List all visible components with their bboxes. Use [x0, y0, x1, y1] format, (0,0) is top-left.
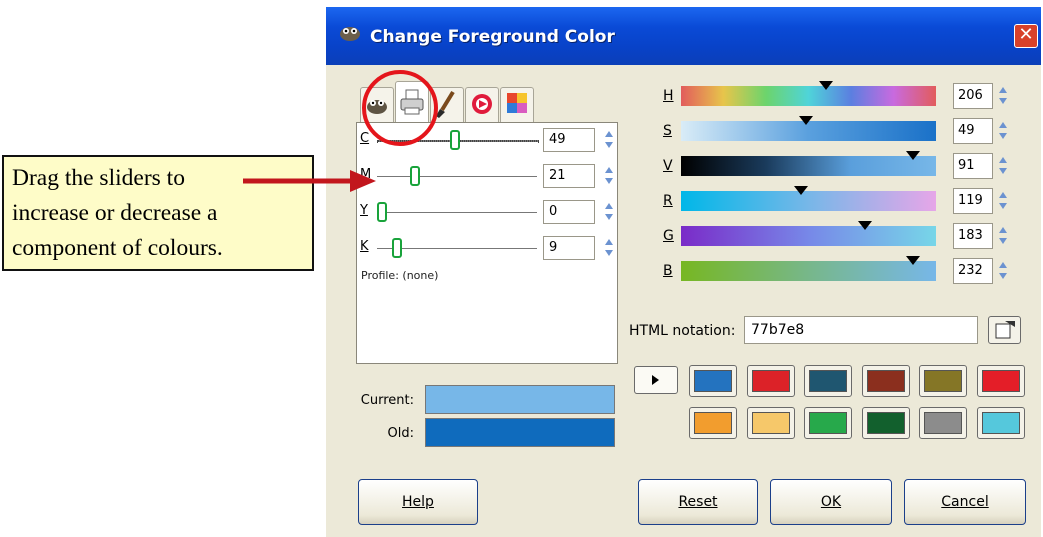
history-swatch[interactable]	[804, 365, 852, 397]
history-swatch[interactable]	[976, 407, 1025, 439]
slider-marker[interactable]	[906, 256, 921, 265]
channel-value-input[interactable]: 0	[543, 200, 595, 224]
color-profile-label: Profile: (none)	[361, 269, 439, 282]
channel-row-r: R 119	[626, 186, 1026, 220]
channel-slider[interactable]	[681, 261, 936, 281]
spin-buttons[interactable]	[997, 85, 1009, 107]
slider-handle[interactable]	[410, 166, 420, 186]
old-color-swatch	[425, 418, 615, 447]
reset-button[interactable]: Reset	[638, 479, 758, 525]
slider-marker[interactable]	[857, 221, 872, 230]
callout-line-2: increase or decrease a	[12, 200, 218, 226]
slider-handle[interactable]	[392, 238, 402, 258]
gimp-app-icon	[340, 27, 360, 41]
cmyk-row-y: Y 0	[357, 195, 619, 231]
channel-value-input[interactable]: 119	[953, 188, 993, 214]
cmyk-panel: C 49 M 21 Y 0 K 9 Profile: (none)	[356, 122, 618, 364]
history-swatch[interactable]	[976, 365, 1025, 397]
html-notation-input[interactable]: 77b7e8	[744, 316, 978, 344]
spin-buttons[interactable]	[603, 201, 615, 223]
channel-label: C	[360, 131, 370, 146]
help-button[interactable]: Help	[358, 479, 478, 525]
slider-track[interactable]	[377, 212, 537, 213]
slider-marker[interactable]	[906, 151, 921, 160]
highlight-circle	[362, 70, 438, 146]
history-swatch[interactable]	[804, 407, 852, 439]
channel-value-input[interactable]: 21	[543, 164, 595, 188]
instruction-callout: Drag the sliders to increase or decrease…	[2, 155, 314, 271]
channel-slider[interactable]	[681, 156, 936, 176]
channel-value-input[interactable]: 49	[953, 118, 993, 144]
slider-marker[interactable]	[793, 186, 808, 195]
channel-value-input[interactable]: 9	[543, 236, 595, 260]
history-swatch[interactable]	[861, 407, 910, 439]
channel-label: M	[360, 167, 372, 182]
channel-row-b: B 232	[626, 256, 1026, 290]
slider-marker[interactable]	[819, 81, 834, 90]
color-picker-icon	[995, 321, 1015, 339]
spin-buttons[interactable]	[603, 129, 615, 151]
channel-label: V	[663, 158, 673, 174]
channel-value-input[interactable]: 49	[543, 128, 595, 152]
cmyk-row-k: K 9	[357, 231, 619, 267]
channel-label: K	[360, 239, 369, 254]
old-color-label: Old:	[387, 426, 414, 441]
palette-icon	[507, 93, 527, 113]
current-color-swatch	[425, 385, 615, 414]
window-title: Change Foreground Color	[370, 27, 615, 47]
channel-label: S	[663, 123, 672, 139]
add-to-history-button[interactable]	[634, 366, 678, 394]
channel-row-g: G 183	[626, 221, 1026, 255]
title-bar[interactable]: Change Foreground Color ✕	[326, 7, 1041, 65]
dialog-body: C 49 M 21 Y 0 K 9 Profile: (none) Curren…	[326, 65, 1041, 537]
history-swatch[interactable]	[689, 365, 737, 397]
channel-label: Y	[360, 203, 368, 218]
history-swatch[interactable]	[746, 365, 795, 397]
channel-label: R	[663, 193, 673, 209]
spin-buttons[interactable]	[603, 237, 615, 259]
slider-marker[interactable]	[798, 116, 813, 125]
callout-line-1: Drag the sliders to	[12, 165, 185, 191]
cancel-button[interactable]: Cancel	[904, 479, 1026, 525]
history-swatch[interactable]	[861, 365, 910, 397]
history-swatch[interactable]	[746, 407, 795, 439]
slider-track[interactable]	[377, 176, 537, 177]
channel-slider[interactable]	[681, 86, 936, 106]
channel-value-input[interactable]: 232	[953, 258, 993, 284]
channel-label: G	[663, 228, 674, 244]
channel-label: H	[663, 88, 674, 104]
color-wheel-icon	[472, 94, 492, 114]
callout-text: Drag the sliders to increase or decrease…	[12, 161, 223, 266]
channel-label: B	[663, 263, 673, 279]
change-foreground-color-dialog: Change Foreground Color ✕ C 49 M 21 Y 0 …	[326, 7, 1041, 537]
slider-handle[interactable]	[377, 202, 387, 222]
history-swatch[interactable]	[919, 407, 967, 439]
cmyk-row-m: M 21	[357, 159, 619, 195]
spin-buttons[interactable]	[603, 165, 615, 187]
spin-buttons[interactable]	[997, 190, 1009, 212]
slider-handle[interactable]	[450, 130, 460, 150]
channel-value-input[interactable]: 206	[953, 83, 993, 109]
history-swatch[interactable]	[689, 407, 737, 439]
spin-buttons[interactable]	[997, 225, 1009, 247]
ok-button[interactable]: OK	[770, 479, 892, 525]
close-button[interactable]: ✕	[1014, 24, 1038, 48]
channel-row-v: V 91	[626, 151, 1026, 185]
channel-value-input[interactable]: 91	[953, 153, 993, 179]
history-swatch[interactable]	[919, 365, 967, 397]
channel-row-h: H 206	[626, 81, 1026, 115]
channel-row-s: S 49	[626, 116, 1026, 150]
tab-wheel-selector[interactable]	[465, 87, 499, 123]
channel-slider[interactable]	[681, 226, 936, 246]
channel-value-input[interactable]: 183	[953, 223, 993, 249]
spin-buttons[interactable]	[997, 120, 1009, 142]
channel-slider[interactable]	[681, 191, 936, 211]
current-color-label: Current:	[360, 393, 414, 408]
spin-buttons[interactable]	[997, 155, 1009, 177]
spin-buttons[interactable]	[997, 260, 1009, 282]
callout-line-3: component of colours.	[12, 235, 223, 261]
html-notation-label: HTML notation:	[629, 323, 736, 339]
tab-palette-selector[interactable]	[500, 87, 534, 123]
color-picker-button[interactable]	[988, 316, 1021, 344]
